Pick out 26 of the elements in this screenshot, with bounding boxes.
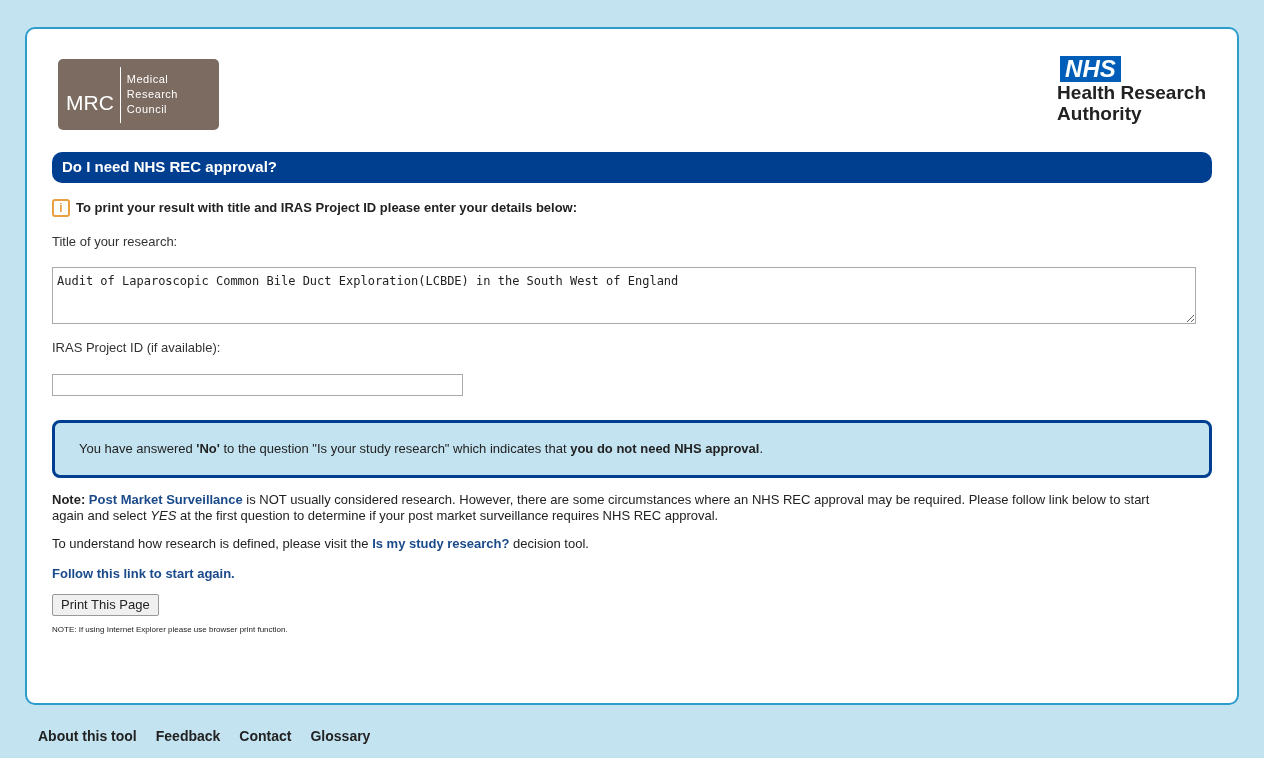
logo-text: Health Research: [1057, 82, 1206, 103]
project-id-field[interactable]: [52, 373, 463, 396]
field-label: Title of your research:: [52, 232, 179, 251]
footer-link[interactable]: Glossary: [310, 726, 371, 747]
paragraph: Note: Post Market Surveillance is NOT usually considered research. However, there are some circumstances where an NHS REC approval may be required. Please follow link below to start again and select YES at the first question to determine if your post market surveillance requires NHS REC approval.: [52, 491, 1151, 524]
field-label: IRAS Project ID (if available):: [52, 339, 222, 357]
text-link[interactable]: Post Market Surveillance: [88, 491, 243, 507]
footer-link[interactable]: Feedback: [155, 726, 221, 747]
result-text: You have answered 'No' to the question "Is your study research" which indicates that you do not need NHS approval.: [79, 439, 764, 458]
paragraph: To understand how research is defined, please visit the Is my study research? decision tool.: [52, 535, 590, 552]
logo-text: Medical: [126, 72, 170, 87]
text-link[interactable]: Is my study research?: [372, 535, 510, 551]
logo-initials: MRC: [66, 89, 114, 116]
restart-link[interactable]: Follow this link to start again.: [52, 563, 235, 583]
print-note: NOTE: If using Internet Explorer please use browser print function.: [52, 624, 289, 637]
section-heading: Do I need NHS REC approval?: [52, 152, 1212, 183]
logo-text: Council: [126, 102, 168, 117]
print-button[interactable]: Print This Page: [52, 594, 159, 616]
footer-link[interactable]: Contact: [239, 726, 292, 747]
info-icon: i: [52, 198, 70, 217]
footer-link[interactable]: About this tool: [38, 726, 137, 747]
logo-text: Authority: [1057, 103, 1142, 124]
logo-text: Research: [126, 87, 178, 102]
nhs-logo: NHS: [1060, 56, 1121, 82]
title-field[interactable]: Audit of Laparoscopic Common Bile Duct Exploration(LCBDE) in the South West of England: [52, 267, 1196, 324]
info-text: To print your result with title and IRAS Project ID please enter your details below:: [76, 199, 578, 217]
